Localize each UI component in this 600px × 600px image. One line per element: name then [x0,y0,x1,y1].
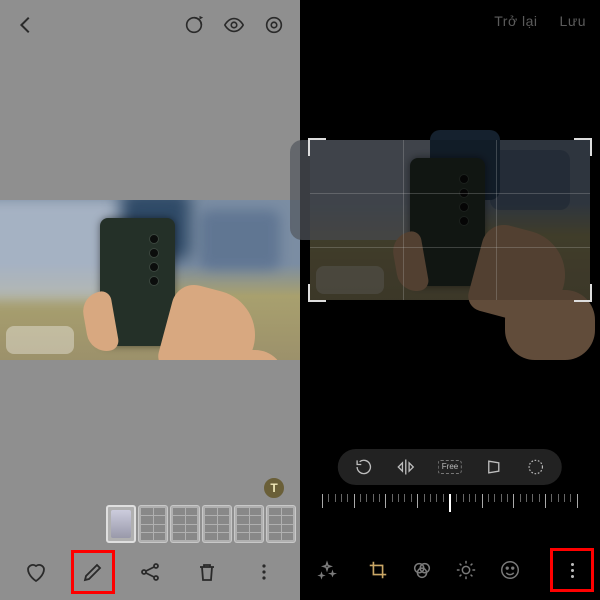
auto-enhance-icon[interactable] [316,559,338,581]
visibility-icon[interactable] [223,14,245,36]
favorite-button[interactable] [14,550,58,594]
editor-more-button[interactable] [550,548,594,592]
aspect-ratio-button[interactable]: Free [438,460,462,474]
editor-save-label[interactable]: Lưu [560,13,586,29]
crop-handle-tr[interactable] [574,138,592,156]
crop-handle-br[interactable] [574,284,592,302]
viewer-photo[interactable] [0,200,300,360]
thumbnail-item[interactable] [234,505,264,543]
thumbnail-item[interactable] [170,505,200,543]
delete-button[interactable] [185,550,229,594]
timestamp-badge[interactable]: T [262,476,286,500]
editor-topbar: Trở lại Lưu [300,0,600,42]
perspective-icon[interactable] [484,457,504,477]
motion-photo-icon[interactable] [183,14,205,36]
straighten-wheel-icon[interactable] [526,457,546,477]
stickers-tab-icon[interactable] [499,559,521,581]
thumbnail-item[interactable] [138,505,168,543]
edit-button[interactable] [71,550,115,594]
gallery-viewer-panel: T [0,0,300,600]
viewer-bottombar [0,544,300,600]
adjust-tab-icon[interactable] [455,559,477,581]
crop-canvas[interactable] [310,140,590,300]
crop-handle-bl[interactable] [308,284,326,302]
editor-bottombar [300,540,600,600]
share-button[interactable] [128,550,172,594]
viewer-topbar [0,0,300,50]
editor-panel: Trở lại Lưu [300,0,600,600]
transform-toolbar: Free [338,449,562,485]
thumbnail-item[interactable] [106,505,136,543]
back-icon[interactable] [15,14,37,36]
bixby-vision-icon[interactable] [263,14,285,36]
flip-horizontal-icon[interactable] [396,457,416,477]
angle-ruler[interactable] [322,494,578,516]
more-button[interactable] [242,550,286,594]
filters-tab-icon[interactable] [411,559,433,581]
thumbnail-strip[interactable] [106,504,296,544]
thumbnail-item[interactable] [202,505,232,543]
editor-back-label[interactable]: Trở lại [494,13,537,29]
crop-handle-tl[interactable] [308,138,326,156]
more-vertical-icon [571,563,574,578]
thumbnail-item[interactable] [266,505,296,543]
rotate-ccw-icon[interactable] [354,457,374,477]
crop-tab-icon[interactable] [367,559,389,581]
